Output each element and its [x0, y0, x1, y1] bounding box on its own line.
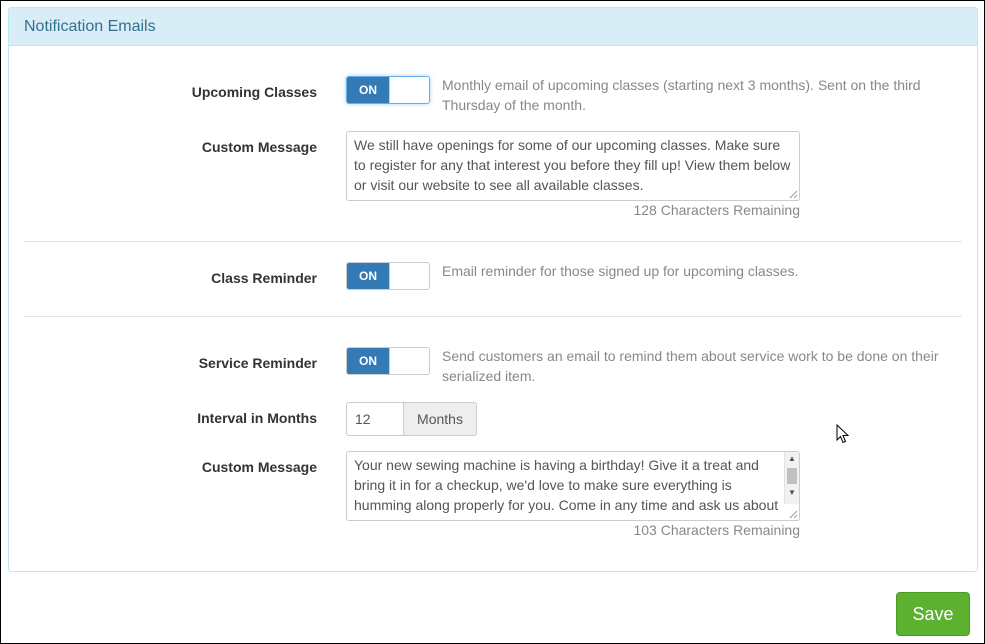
service-reminder-remaining: 103 Characters Remaining	[633, 522, 800, 538]
mouse-pointer-icon	[836, 424, 850, 444]
toggle-on-label: ON	[347, 263, 389, 289]
custom-message-label: Custom Message	[201, 459, 317, 475]
class-reminder-toggle[interactable]: ON	[346, 262, 430, 290]
service-reminder-toggle[interactable]: ON	[346, 347, 430, 375]
upcoming-classes-toggle[interactable]: ON	[346, 76, 430, 104]
toggle-handle	[389, 77, 429, 103]
upcoming-classes-remaining: 128 Characters Remaining	[633, 202, 800, 218]
resize-grip-icon[interactable]	[789, 190, 798, 199]
interval-months-label: Interval in Months	[197, 410, 317, 426]
interval-months-addon: Months	[403, 402, 477, 436]
resize-grip-icon[interactable]	[789, 510, 798, 519]
upcoming-classes-message-textarea[interactable]: We still have openings for some of our u…	[346, 131, 800, 201]
service-reminder-help: Send customers an email to remind them a…	[442, 348, 939, 384]
toggle-handle	[389, 348, 429, 374]
save-button[interactable]: Save	[896, 592, 970, 636]
interval-months-input-group: 12 Months	[346, 402, 478, 436]
textarea-content: Your new sewing machine is having a birt…	[354, 457, 779, 520]
divider	[24, 241, 962, 242]
toggle-handle	[389, 263, 429, 289]
divider	[24, 316, 962, 317]
panel-title: Notification Emails	[9, 8, 977, 46]
notification-emails-panel: Notification Emails Upcoming Classes ON …	[8, 7, 978, 572]
service-reminder-message-textarea[interactable]: Your new sewing machine is having a birt…	[346, 451, 800, 521]
toggle-on-label: ON	[347, 348, 389, 374]
scroll-up-arrow-icon[interactable]: ▲	[785, 452, 799, 466]
toggle-on-label: ON	[347, 77, 389, 103]
service-reminder-label: Service Reminder	[198, 355, 317, 371]
scroll-thumb[interactable]	[787, 468, 797, 484]
interval-months-input[interactable]: 12	[346, 402, 404, 436]
textarea-scrollbar[interactable]: ▲ ▼	[784, 452, 799, 504]
scroll-down-arrow-icon[interactable]: ▼	[785, 486, 799, 500]
upcoming-classes-help: Monthly email of upcoming classes (start…	[442, 77, 921, 113]
class-reminder-label: Class Reminder	[211, 270, 317, 286]
textarea-content: We still have openings for some of our u…	[354, 137, 791, 193]
upcoming-classes-label: Upcoming Classes	[191, 84, 317, 100]
class-reminder-help: Email reminder for those signed up for u…	[442, 263, 799, 279]
custom-message-label: Custom Message	[201, 139, 317, 155]
